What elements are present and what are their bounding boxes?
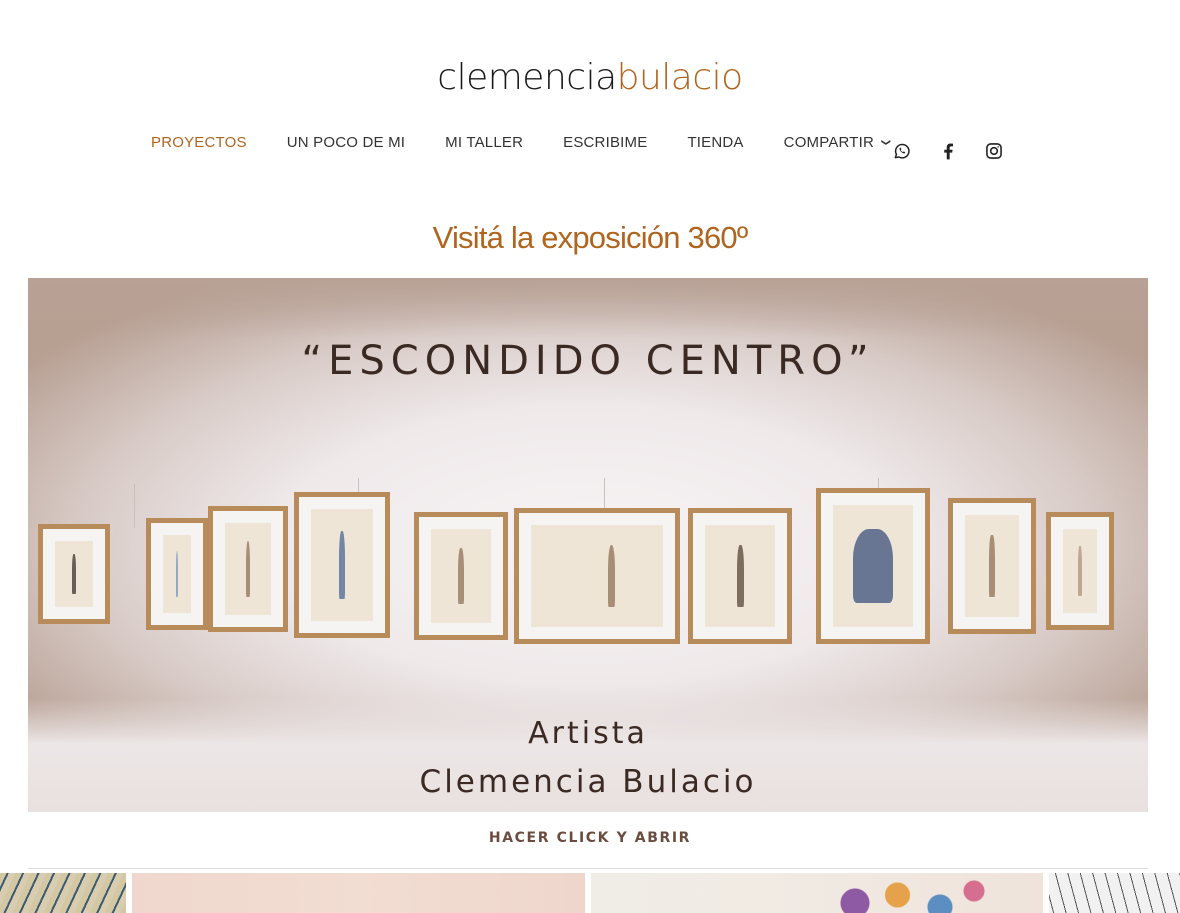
nav-label: UN POCO DE MI — [286, 133, 406, 151]
hero-artist-name: Clemencia Bulacio — [419, 764, 757, 800]
hero-shade — [28, 278, 1148, 338]
artwork-frame — [294, 492, 390, 638]
nav-label: PROYECTOS — [151, 133, 247, 151]
main-nav: PROYECTOS UN POCO DE MI MI TALLER ESCRIB… — [131, 128, 910, 156]
project-gallery — [0, 873, 1180, 913]
nav-label: ESCRIBIME — [563, 133, 648, 151]
nav-item-un-poco-de-mi[interactable]: UN POCO DE MI — [267, 134, 425, 151]
artwork-frame — [816, 488, 930, 644]
artwork-frame — [146, 518, 208, 630]
artwork-frame — [1046, 512, 1114, 630]
artwork-frame — [948, 498, 1036, 634]
facebook-icon[interactable] — [936, 139, 960, 163]
artwork-frame — [208, 506, 288, 632]
exposition-heading: Visitá la exposición 360º — [432, 220, 749, 255]
hero-title: “ESCONDIDO CENTRO” — [301, 338, 875, 384]
thumbnail-art — [821, 879, 991, 913]
nav-item-escribime[interactable]: ESCRIBIME — [543, 134, 667, 151]
gallery-thumbnail[interactable] — [132, 873, 585, 913]
nav-item-compartir[interactable]: COMPARTIR ❯ — [764, 134, 910, 151]
whatsapp-icon[interactable] — [890, 139, 914, 163]
logo-text-second: bulacio — [616, 57, 744, 98]
social-links — [890, 139, 1006, 163]
instagram-icon[interactable] — [982, 139, 1006, 163]
hanging-wire — [604, 478, 605, 508]
logo-text-first: clemencia — [437, 57, 617, 98]
artwork-frame — [688, 508, 792, 644]
nav-label: MI TALLER — [445, 133, 524, 151]
nav-item-mi-taller[interactable]: MI TALLER — [425, 134, 543, 151]
nav-item-tienda[interactable]: TIENDA — [667, 134, 763, 151]
nav-label: COMPARTIR — [783, 133, 875, 151]
site-logo[interactable]: clemenciabulacio — [0, 56, 1180, 100]
hanging-wire — [134, 484, 135, 528]
nav-item-proyectos[interactable]: PROYECTOS — [131, 134, 267, 151]
hero-artist-label: Artista — [528, 716, 648, 751]
gallery-thumbnail[interactable] — [1049, 873, 1180, 913]
exhibition-360-banner[interactable]: “ESCONDIDO CENTRO” Artista Clemencia Bul… — [28, 278, 1148, 812]
artwork-frame — [414, 512, 508, 640]
artwork-frame — [38, 524, 110, 624]
gallery-thumbnail[interactable] — [591, 873, 1043, 913]
divider — [28, 868, 1148, 869]
open-360-button[interactable]: HACER CLICK Y ABRIR — [0, 830, 1180, 846]
gallery-thumbnail[interactable] — [0, 873, 126, 913]
artwork-frame — [514, 508, 680, 644]
nav-label: TIENDA — [687, 133, 744, 151]
